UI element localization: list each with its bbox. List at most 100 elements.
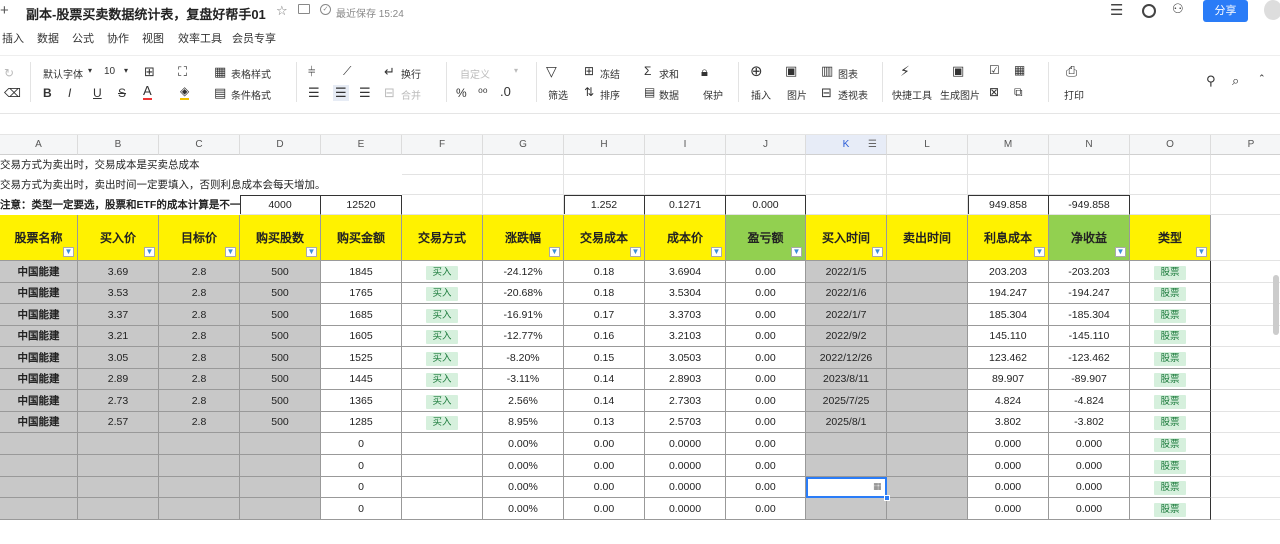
cell-buy[interactable] xyxy=(78,477,159,498)
grid-cell[interactable] xyxy=(887,175,968,195)
table-style-icon[interactable]: ▦ xyxy=(214,64,226,80)
cell-target[interactable]: 2.8 xyxy=(159,283,240,304)
grid-cell[interactable] xyxy=(1211,283,1280,304)
cell-mode[interactable] xyxy=(402,498,483,520)
cell-mode[interactable] xyxy=(402,433,483,455)
grid-cell[interactable] xyxy=(1049,155,1130,175)
header-2[interactable]: 买入价 ▼ xyxy=(78,215,159,261)
cell-interest[interactable]: 3.802 xyxy=(968,412,1049,433)
cell-mode[interactable] xyxy=(402,455,483,477)
grid-cell[interactable] xyxy=(1211,412,1280,433)
summary-value-j[interactable]: 0.000 xyxy=(726,195,806,215)
grid-cell[interactable] xyxy=(1211,477,1280,498)
cell-net[interactable]: -194.247 xyxy=(1049,283,1130,304)
trade-mode-tag[interactable]: 买入 xyxy=(426,395,458,409)
cell-type[interactable]: 股票 xyxy=(1130,498,1211,520)
cell-sell-date[interactable] xyxy=(887,477,968,498)
cell-mode[interactable]: 买入 xyxy=(402,347,483,369)
gen-image-button[interactable]: 生成图片 xyxy=(940,87,980,102)
trade-mode-tag[interactable]: 买入 xyxy=(426,352,458,366)
type-tag[interactable]: 股票 xyxy=(1154,330,1186,344)
cell-chg[interactable]: 0.00% xyxy=(483,477,564,498)
cell-interest[interactable]: 123.462 xyxy=(968,347,1049,369)
cell-amount[interactable]: 1285 xyxy=(321,412,402,433)
cell-name[interactable]: 中国能建 xyxy=(0,390,78,412)
cell-cost[interactable]: 0.14 xyxy=(564,390,645,412)
cell-bdate[interactable]: 2022/1/7 xyxy=(806,304,887,326)
insert-button[interactable]: 插入 xyxy=(751,87,771,102)
collapse-icon[interactable]: ⌃ xyxy=(1258,73,1266,84)
percent-icon[interactable]: % xyxy=(456,86,467,100)
avatar[interactable] xyxy=(1264,0,1280,20)
cell-amount[interactable]: 1845 xyxy=(321,261,402,283)
cell-net[interactable]: -4.824 xyxy=(1049,390,1130,412)
menu-icon[interactable]: ☰ xyxy=(1110,1,1123,19)
cell-bdate[interactable]: 2025/7/25 xyxy=(806,390,887,412)
cell-pl[interactable]: 0.00 xyxy=(726,304,806,326)
grid-cell[interactable] xyxy=(564,155,645,175)
cell-type[interactable]: 股票 xyxy=(1130,283,1211,304)
grid-cell[interactable] xyxy=(402,175,483,195)
checkbox-icon[interactable]: ☑ xyxy=(989,63,1000,77)
cell-interest[interactable]: 185.304 xyxy=(968,304,1049,326)
chart-icon[interactable]: ▥ xyxy=(821,63,833,79)
cell-sell-date[interactable] xyxy=(887,455,968,477)
header-9[interactable]: 成本价 ▼ xyxy=(645,215,726,261)
type-tag[interactable]: 股票 xyxy=(1154,395,1186,409)
bold-icon[interactable]: B xyxy=(43,86,52,100)
column-header-n[interactable]: N xyxy=(1049,135,1130,155)
cell-interest[interactable]: 89.907 xyxy=(968,369,1049,390)
header-12[interactable]: 卖出时间 xyxy=(887,215,968,261)
cell-amount[interactable]: 0 xyxy=(321,433,402,455)
cell-pl[interactable]: 0.00 xyxy=(726,261,806,283)
cell-mode[interactable] xyxy=(402,477,483,498)
decimal-icon[interactable]: .0 xyxy=(500,84,511,99)
column-header-j[interactable]: J xyxy=(726,135,806,155)
cell-sell-date[interactable] xyxy=(887,326,968,347)
cell-cost[interactable]: 0.16 xyxy=(564,326,645,347)
cell-net[interactable]: 0.000 xyxy=(1049,498,1130,520)
cell-chg[interactable]: 0.00% xyxy=(483,455,564,477)
document-title[interactable]: 副本-股票买卖数据统计表，复盘好帮手01 xyxy=(26,4,266,23)
cell-target[interactable]: 2.8 xyxy=(159,412,240,433)
cell-buy[interactable]: 3.05 xyxy=(78,347,159,369)
data-icon[interactable]: ▤ xyxy=(644,85,655,99)
cell-qty[interactable]: 500 xyxy=(240,412,321,433)
summary-value-m[interactable]: 949.858 xyxy=(968,195,1049,215)
cell-interest[interactable]: 0.000 xyxy=(968,477,1049,498)
cell-sell-date[interactable] xyxy=(887,347,968,369)
grid-cell[interactable] xyxy=(483,155,564,175)
folder-icon[interactable] xyxy=(298,4,310,14)
cell-buy[interactable] xyxy=(78,455,159,477)
cell-cprice[interactable]: 3.0503 xyxy=(645,347,726,369)
type-tag[interactable]: 股票 xyxy=(1154,416,1186,430)
underline-icon[interactable]: U xyxy=(93,86,102,100)
gen-image-icon[interactable]: ▣ xyxy=(952,63,964,79)
cell-chg[interactable]: -12.77% xyxy=(483,326,564,347)
cell-cprice[interactable]: 3.2103 xyxy=(645,326,726,347)
column-header-o[interactable]: O xyxy=(1130,135,1211,155)
column-header-i[interactable]: I xyxy=(645,135,726,155)
copy-icon[interactable]: ⧉ xyxy=(1014,85,1023,100)
cell-chg[interactable]: 8.95% xyxy=(483,412,564,433)
align-right-icon[interactable]: ☰ xyxy=(359,85,371,101)
grid-cell[interactable] xyxy=(1211,304,1280,326)
cell-net[interactable]: -89.907 xyxy=(1049,369,1130,390)
cell-cost[interactable]: 0.00 xyxy=(564,498,645,520)
cell-bdate[interactable]: 2023/8/11 xyxy=(806,369,887,390)
cell-chg[interactable]: -20.68% xyxy=(483,283,564,304)
font-color-icon[interactable]: A xyxy=(143,84,152,100)
cell-buy[interactable]: 3.53 xyxy=(78,283,159,304)
cell-cprice[interactable]: 0.0000 xyxy=(645,433,726,455)
grid-cell[interactable] xyxy=(806,175,887,195)
cell-interest[interactable]: 145.110 xyxy=(968,326,1049,347)
column-header-a[interactable]: A xyxy=(0,135,78,155)
grid-cell[interactable] xyxy=(564,175,645,195)
cell-net[interactable]: -3.802 xyxy=(1049,412,1130,433)
conditional-format-icon[interactable]: ▤ xyxy=(214,85,226,101)
menu-insert[interactable]: 插入 xyxy=(2,30,24,46)
trade-mode-tag[interactable]: 买入 xyxy=(426,309,458,323)
table-style-button[interactable]: 表格样式 xyxy=(231,66,271,81)
column-header-m[interactable]: M xyxy=(968,135,1049,155)
header-5[interactable]: 购买金额 xyxy=(321,215,402,261)
